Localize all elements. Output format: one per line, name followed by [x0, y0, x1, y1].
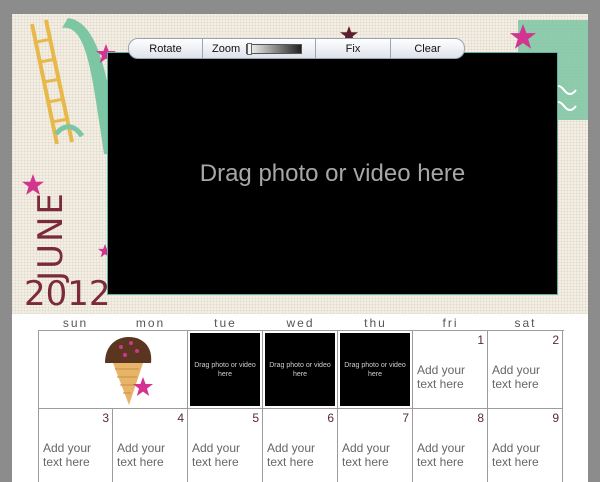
weekday-header: sun mon tue wed thu fri sat: [38, 316, 564, 330]
calendar-days: Drag photo or video here Drag photo or v…: [38, 330, 564, 482]
weekday-fri: fri: [442, 316, 459, 330]
calendar-cell: 7 Add your text here: [338, 409, 413, 482]
zoom-control: Zoom: [203, 39, 316, 58]
day-text-field[interactable]: Add your text here: [342, 441, 402, 469]
clear-button[interactable]: Clear: [391, 39, 464, 58]
day-text-field[interactable]: Add your text here: [492, 363, 552, 391]
calendar-cell: 3 Add your text here: [38, 409, 113, 482]
star-icon: [510, 24, 536, 49]
day-text-field[interactable]: Add your text here: [267, 441, 327, 469]
day-number: 2: [552, 333, 559, 347]
day-text-field[interactable]: Add your text here: [417, 363, 477, 391]
day-text-field[interactable]: Add your text here: [417, 441, 477, 469]
calendar-cell: 5 Add your text here: [188, 409, 263, 482]
calendar-cell: 9 Add your text here: [488, 409, 563, 482]
calendar-cell: Drag photo or video here: [263, 331, 338, 409]
year-label: 2012: [24, 274, 111, 314]
weekday-mon: mon: [135, 316, 166, 330]
rotate-button[interactable]: Rotate: [129, 39, 203, 58]
calendar-cell: 6 Add your text here: [263, 409, 338, 482]
weekday-sat: sat: [514, 316, 537, 330]
weekday-tue: tue: [214, 316, 237, 330]
calendar-cell-empty: [38, 331, 188, 409]
calendar-grid: sun mon tue wed thu fri sat Drag photo o…: [38, 316, 564, 482]
mini-photo-dropzone[interactable]: Drag photo or video here: [265, 333, 335, 406]
day-number: 9: [552, 411, 559, 425]
day-text-field[interactable]: Add your text here: [492, 441, 552, 469]
calendar-cell: 4 Add your text here: [113, 409, 188, 482]
zoom-label: Zoom: [212, 42, 241, 55]
playground-slide-art: [30, 18, 118, 154]
calendar-cell: 2 Add your text here: [488, 331, 563, 409]
day-number: 7: [402, 411, 409, 425]
day-text-field[interactable]: Add your text here: [43, 441, 103, 469]
mini-photo-dropzone[interactable]: Drag photo or video here: [340, 333, 410, 406]
ice-cream-icon: [105, 337, 153, 405]
dropzone-label: Drag photo or video here: [199, 159, 466, 187]
day-text-field[interactable]: Add your text here: [117, 441, 177, 469]
zoom-slider-thumb[interactable]: [247, 42, 253, 55]
calendar-page: JUNE 2012 Rotate Zoom Fix Clear Drag pho…: [12, 14, 588, 482]
weekday-thu: thu: [364, 316, 387, 330]
day-text-field[interactable]: Add your text here: [192, 441, 252, 469]
mini-photo-dropzone[interactable]: Drag photo or video here: [190, 333, 260, 406]
photo-toolbar: Rotate Zoom Fix Clear: [128, 38, 465, 59]
day-number: 6: [327, 411, 334, 425]
weekday-wed: wed: [286, 316, 315, 330]
calendar-cell: 8 Add your text here: [413, 409, 488, 482]
main-photo-dropzone[interactable]: Drag photo or video here: [107, 52, 558, 295]
day-number: 5: [252, 411, 259, 425]
calendar-cell: 1 Add your text here: [413, 331, 488, 409]
day-number: 3: [102, 411, 109, 425]
calendar-cell: Drag photo or video here: [188, 331, 263, 409]
day-number: 8: [477, 411, 484, 425]
fix-button[interactable]: Fix: [316, 39, 391, 58]
zoom-slider[interactable]: [246, 42, 303, 55]
calendar-cell: Drag photo or video here: [338, 331, 413, 409]
weekday-sun: sun: [62, 316, 89, 330]
day-number: 4: [177, 411, 184, 425]
day-number: 1: [477, 333, 484, 347]
